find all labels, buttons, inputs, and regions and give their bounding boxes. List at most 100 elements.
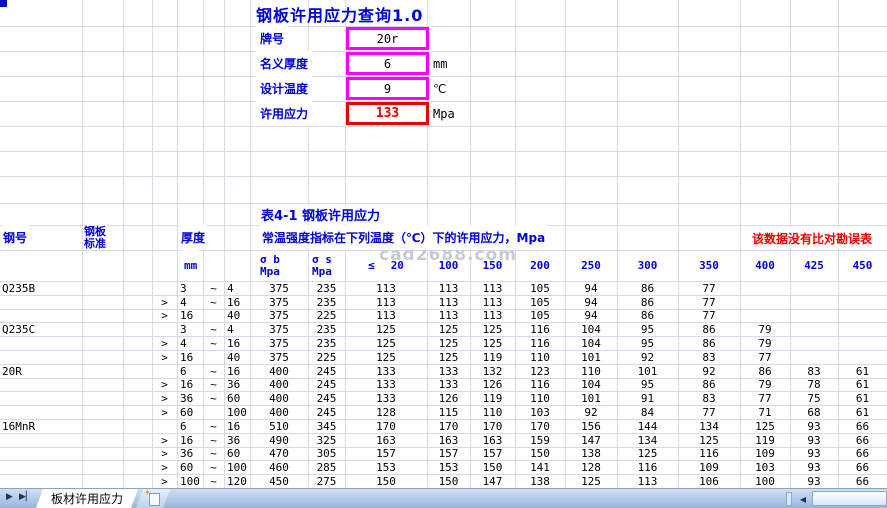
cell-thickness-from: 4 — [177, 295, 206, 309]
cell-greater-than: > — [152, 391, 177, 405]
tab-scroll-next-icon[interactable]: ▶ — [6, 492, 13, 502]
cell-stress-value: 159 — [515, 433, 565, 447]
subheader-sigma-b: σ b Mpa — [260, 250, 280, 281]
unit-celsius: ℃ — [433, 76, 446, 101]
cell-sigma-b: 375 — [250, 309, 308, 322]
thickness-input[interactable]: 6 — [346, 52, 429, 75]
cell-stress-value: 113 — [617, 474, 678, 488]
cell-greater-than: > — [152, 447, 177, 460]
cell-stress-value: 104 — [565, 378, 617, 391]
gridline-h — [0, 151, 887, 152]
cell-sigma-s: 325 — [308, 433, 345, 447]
cell-stress-value: 66 — [838, 460, 887, 474]
cell-stress-value: 163 — [470, 433, 515, 447]
cell-stress-value: 144 — [617, 419, 678, 433]
grade-input[interactable]: 20r — [346, 27, 429, 50]
cell-stress-value: 103 — [515, 405, 565, 419]
cell-tilde: ~ — [203, 447, 224, 460]
scrollbar-thumb[interactable] — [812, 491, 887, 506]
cell-stress-value: 132 — [470, 364, 515, 378]
cell-thickness-to: 100 — [224, 460, 253, 474]
cell-stress-value: 125 — [617, 447, 678, 460]
cell-stress-value: 93 — [790, 474, 838, 488]
cell-thickness-from: 16 — [177, 309, 206, 322]
cell-sigma-b: 375 — [250, 281, 308, 295]
cell-sigma-b: 375 — [250, 295, 308, 309]
cell-stress-value: 133 — [345, 391, 427, 405]
cell-sigma-b: 375 — [250, 350, 308, 364]
cell-stress-value: 157 — [427, 447, 470, 460]
scrollbar-splitter[interactable] — [786, 492, 792, 506]
cell-greater-than: > — [152, 378, 177, 391]
cell-stress-value: 125 — [345, 336, 427, 350]
cell-stress-value: 126 — [470, 378, 515, 391]
cell-thickness-from: 6 — [177, 419, 206, 433]
cell-stress-value: 141 — [515, 460, 565, 474]
cell-greater-than: > — [152, 350, 177, 364]
cell-sigma-b: 375 — [250, 322, 308, 336]
cell-stress-value: 86 — [617, 281, 678, 295]
cell-stress-value: 91 — [617, 391, 678, 405]
cell-thickness-from: 6 — [177, 364, 206, 378]
cell-sigma-b: 460 — [250, 460, 308, 474]
spreadsheet-app: { "colors": { "accent_blue_text": "#0000… — [0, 0, 887, 508]
cell-thickness-to: 16 — [224, 336, 253, 350]
cell-sigma-b: 510 — [250, 419, 308, 433]
cell-thickness-to: 16 — [224, 364, 253, 378]
cell-stress-value: 105 — [515, 281, 565, 295]
cell-stress-value: 116 — [617, 460, 678, 474]
insert-worksheet-tab[interactable]: ✦ — [136, 489, 170, 508]
cell-sigma-s: 235 — [308, 295, 345, 309]
cell-stress-value: 113 — [427, 295, 470, 309]
scroll-left-button[interactable]: ◀ — [796, 491, 810, 507]
cell-stress-value: 170 — [470, 419, 515, 433]
cell-steel-grade: Q235B — [0, 281, 84, 295]
cell-greater-than: > — [152, 309, 177, 322]
table-title: 表4-1 钢板许用应力 — [258, 205, 383, 224]
cell-thickness-from: 100 — [177, 474, 206, 488]
cell-stress-value: 83 — [790, 364, 838, 378]
cell-thickness-to: 40 — [224, 309, 253, 322]
subheader-mm: mm — [182, 250, 199, 281]
cell-stress-value: 75 — [790, 391, 838, 405]
sheet-tab-active[interactable]: 板材许用应力 — [36, 489, 138, 508]
cell-stress-value: 170 — [427, 419, 470, 433]
unit-mpa: Mpa — [433, 101, 455, 126]
header-steel-grade: 钢号 — [1, 225, 29, 250]
cell-stress-value: 86 — [740, 364, 790, 378]
cell-stress-value: 113 — [345, 281, 427, 295]
cell-thickness-to: 36 — [224, 433, 253, 447]
cell-stress-value: 106 — [678, 474, 740, 488]
cell-steel-grade: Q235C — [0, 322, 84, 336]
cell-sigma-b: 490 — [250, 433, 308, 447]
cell-stress-value: 83 — [678, 350, 740, 364]
cell-sigma-s: 235 — [308, 336, 345, 350]
cell-stress-value: 66 — [838, 419, 887, 433]
cell-thickness-from: 3 — [177, 281, 206, 295]
temperature-input[interactable]: 9 — [346, 77, 429, 100]
cell-stress-value: 150 — [427, 474, 470, 488]
cell-thickness-to: 100 — [224, 405, 253, 419]
cell-sigma-b: 400 — [250, 364, 308, 378]
stress-result-cell: 133 — [346, 102, 429, 125]
field-label-temperature: 设计温度 — [256, 76, 312, 101]
cell-stress-value: 125 — [678, 433, 740, 447]
cell-thickness-to: 120 — [224, 474, 253, 488]
cell-stress-value: 79 — [740, 322, 790, 336]
cell-stress-value: 134 — [678, 419, 740, 433]
cell-stress-value: 133 — [427, 364, 470, 378]
cell-stress-value: 92 — [565, 405, 617, 419]
cell-stress-value: 77 — [678, 281, 740, 295]
field-label-grade: 牌号 — [256, 26, 288, 51]
cell-sigma-s: 245 — [308, 391, 345, 405]
gridline-v — [123, 0, 124, 488]
cell-thickness-to: 36 — [224, 378, 253, 391]
tab-scroll-last-icon[interactable]: ▶▏ — [19, 492, 33, 502]
cell-stress-value: 123 — [515, 364, 565, 378]
cell-sigma-s: 345 — [308, 419, 345, 433]
cell-greater-than: > — [152, 405, 177, 419]
cell-stress-value: 116 — [515, 378, 565, 391]
cell-sigma-b: 470 — [250, 447, 308, 460]
cell-thickness-to: 4 — [224, 281, 253, 295]
cell-stress-value: 133 — [345, 378, 427, 391]
